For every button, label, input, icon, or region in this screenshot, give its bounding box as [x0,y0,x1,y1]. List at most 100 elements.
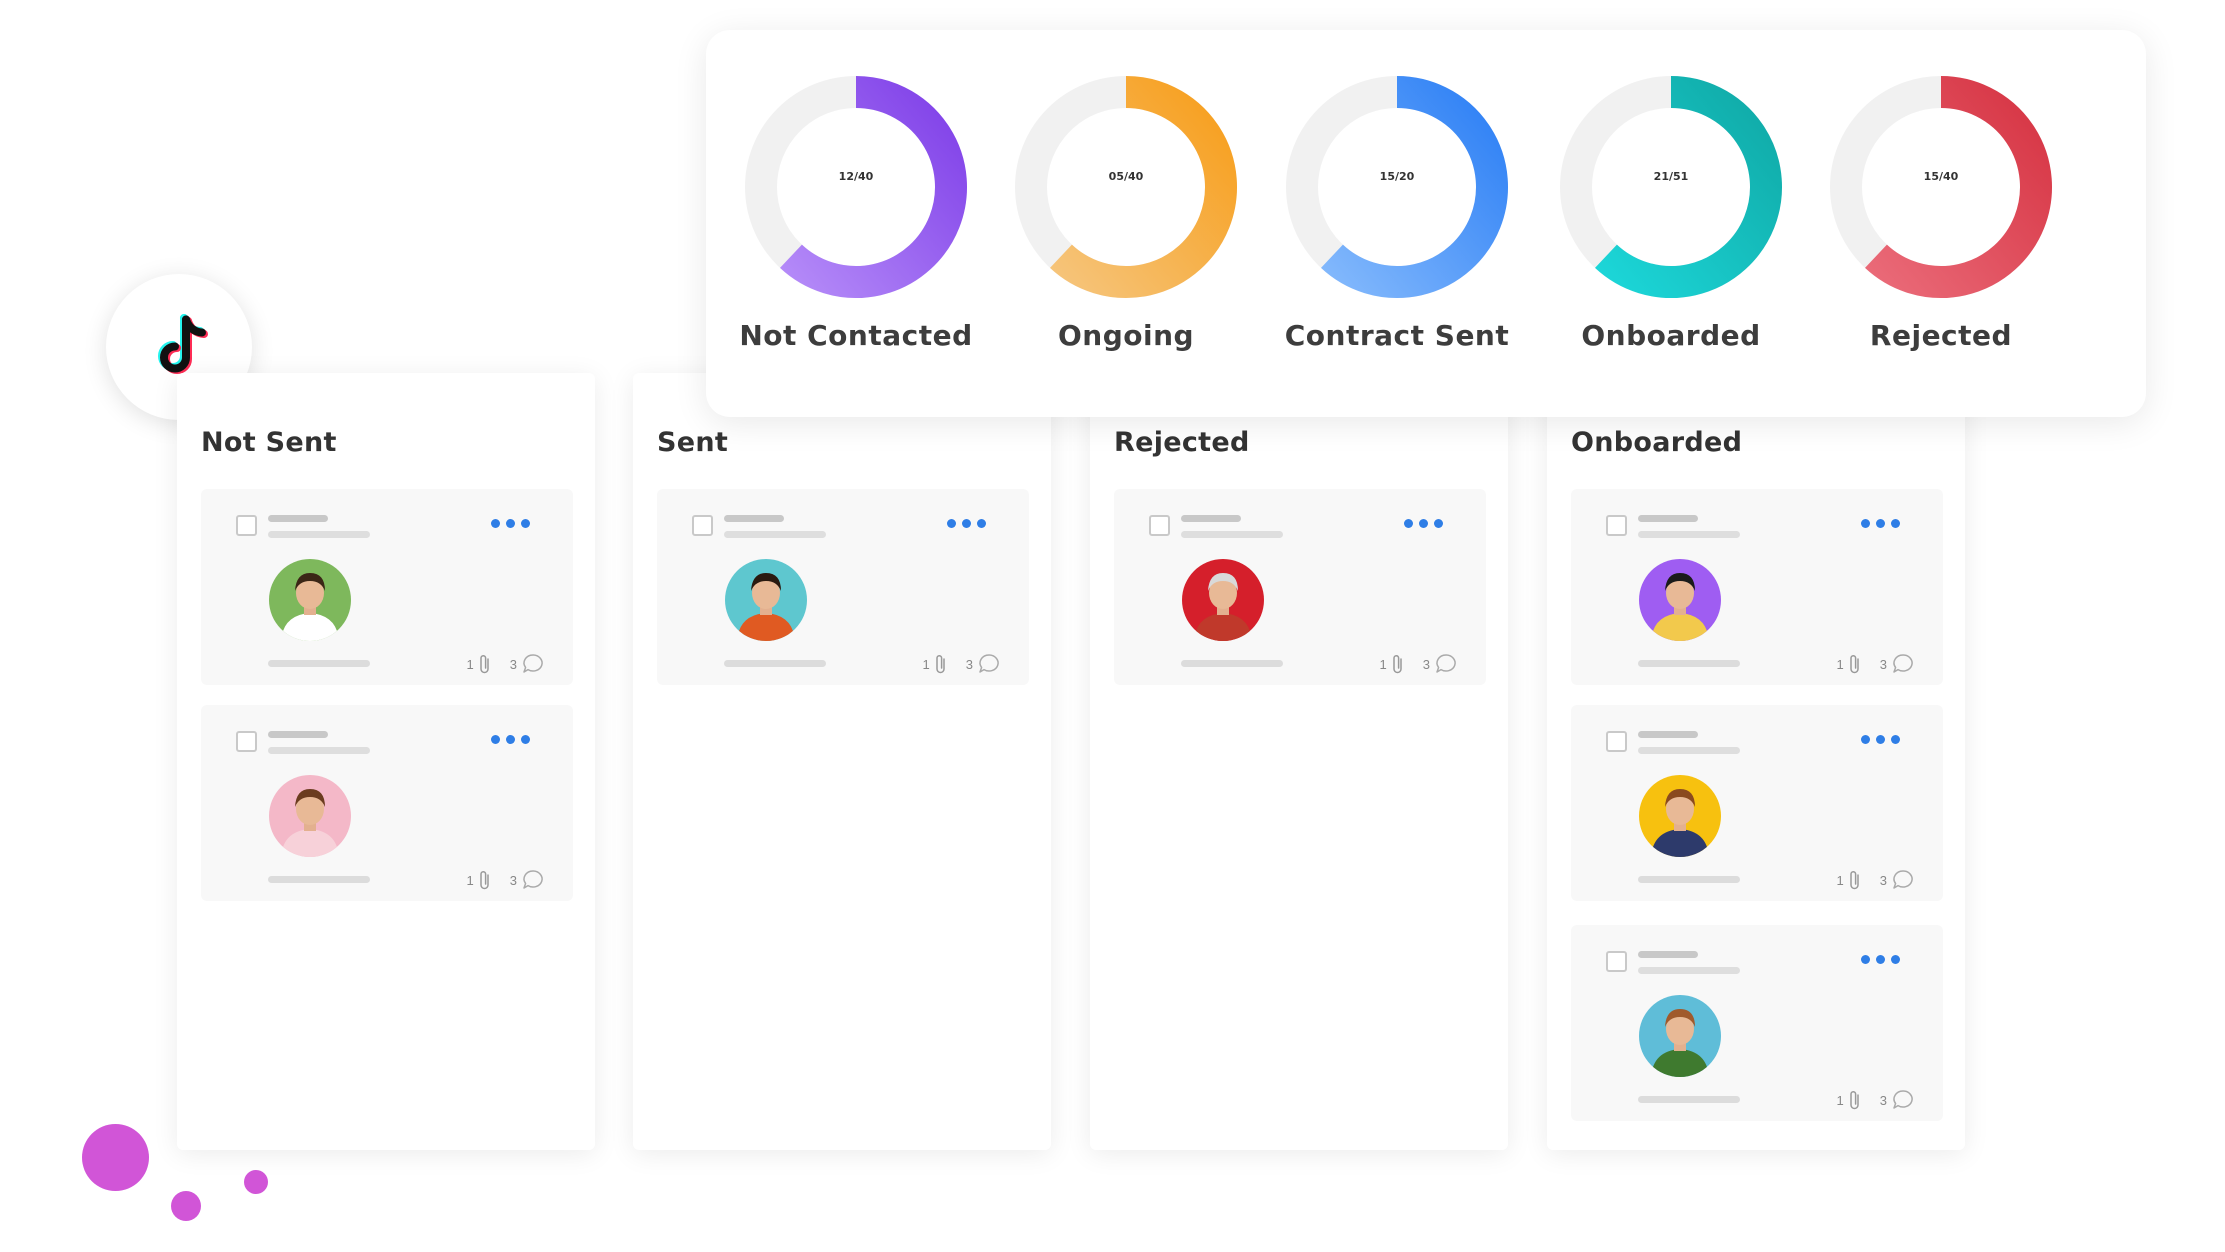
kanban-board: Not Sent 13 13 Sent 13 Rejected 13 Onboa… [0,0,2225,1252]
donut-chart: 15/20 [1286,76,1508,298]
avatar[interactable] [725,559,807,641]
dot [947,519,956,528]
card-checkbox[interactable] [1149,515,1170,536]
card[interactable]: 13 [657,489,1029,685]
dot [1861,735,1870,744]
dot [1891,519,1900,528]
more-options-icon[interactable] [1861,735,1900,744]
more-options-icon[interactable] [491,519,530,528]
avatar[interactable] [269,559,351,641]
comment-count: 3 [509,872,517,888]
more-options-icon[interactable] [1861,519,1900,528]
donut-ongoing: 05/40 Ongoing [1006,75,1246,352]
paperclip-icon [480,870,489,890]
dot [962,519,971,528]
card-subtitle-placeholder [1638,747,1740,754]
dot [1419,519,1428,528]
decorative-dot [82,1124,149,1191]
card[interactable]: 13 [201,705,573,901]
avatar-photo [725,559,807,641]
donut-chart: 05/40 [1015,76,1237,298]
donut-not-contacted: 12/40 Not Contacted [736,75,976,352]
column-title: Sent [657,427,729,458]
column-title: Not Sent [201,427,337,458]
donut-label: Not Contacted [739,319,973,352]
donut-progress-arc [1865,76,2052,298]
dot [506,519,515,528]
paperclip-icon [1850,870,1859,890]
avatar-photo [269,559,351,641]
more-options-icon[interactable] [947,519,986,528]
column-title: Onboarded [1571,427,1743,458]
card-checkbox[interactable] [692,515,713,536]
card-footer-placeholder [1638,1096,1740,1103]
comment-count: 3 [965,656,973,672]
card-checkbox[interactable] [236,731,257,752]
dot [1404,519,1413,528]
avatar-photo [1639,559,1721,641]
donut-onboarded: 21/51 Onboarded [1551,75,1791,352]
card-title-placeholder [268,731,328,738]
avatar[interactable] [269,775,351,857]
comment-count: 3 [1879,872,1887,888]
donut-chart: 12/40 [745,76,967,298]
dot [521,735,530,744]
attachment-count: 1 [1836,872,1844,888]
avatar[interactable] [1639,559,1721,641]
status-summary-panel: 12/40 Not Contacted 05/40 Ongoing 15/20 Con… [706,30,2146,417]
dot [1876,519,1885,528]
dot [506,735,515,744]
avatar-photo [1639,995,1721,1077]
donut-count: 12/40 [839,170,874,183]
more-options-icon[interactable] [491,735,530,744]
attachment-count: 1 [922,656,930,672]
card-meta: 13 [467,869,545,891]
attachment-count: 1 [466,872,474,888]
dot [1891,955,1900,964]
column-title: Rejected [1114,427,1250,458]
dot [491,735,500,744]
dot [977,519,986,528]
donut-count: 15/40 [1924,170,1959,183]
comment-icon [523,870,543,889]
dot [1861,519,1870,528]
card-title-placeholder [1181,515,1241,522]
paperclip-icon [1850,654,1859,674]
dot [1876,735,1885,744]
comment-icon [979,654,999,673]
card[interactable]: 13 [1571,489,1943,685]
more-options-icon[interactable] [1861,955,1900,964]
card-subtitle-placeholder [268,531,370,538]
card-footer-placeholder [1638,876,1740,883]
more-options-icon[interactable] [1404,519,1443,528]
card[interactable]: 13 [201,489,573,685]
donut-progress-arc [1321,76,1508,298]
attachment-count: 1 [466,656,474,672]
avatar[interactable] [1639,775,1721,857]
card-checkbox[interactable] [236,515,257,536]
card-footer-placeholder [1181,660,1283,667]
decorative-dot [171,1191,201,1221]
avatar-photo [1182,559,1264,641]
card[interactable]: 13 [1114,489,1486,685]
card-footer-placeholder [268,876,370,883]
paperclip-icon [480,654,489,674]
donut-label: Contract Sent [1284,319,1510,352]
comment-count: 3 [1422,656,1430,672]
card-checkbox[interactable] [1606,731,1627,752]
card[interactable]: 13 [1571,925,1943,1121]
card-checkbox[interactable] [1606,515,1627,536]
card-checkbox[interactable] [1606,951,1627,972]
avatar[interactable] [1182,559,1264,641]
donut-rejected: 15/40 Rejected [1821,75,2061,352]
paperclip-icon [1850,1090,1859,1110]
donut-label: Ongoing [1057,319,1195,352]
donut-count: 15/20 [1380,170,1415,183]
donut-count: 21/51 [1654,170,1689,183]
donut-progress-arc [780,76,967,298]
dot [1876,955,1885,964]
card[interactable]: 13 [1571,705,1943,901]
card-title-placeholder [724,515,784,522]
card-meta: 13 [1837,653,1915,675]
avatar[interactable] [1639,995,1721,1077]
